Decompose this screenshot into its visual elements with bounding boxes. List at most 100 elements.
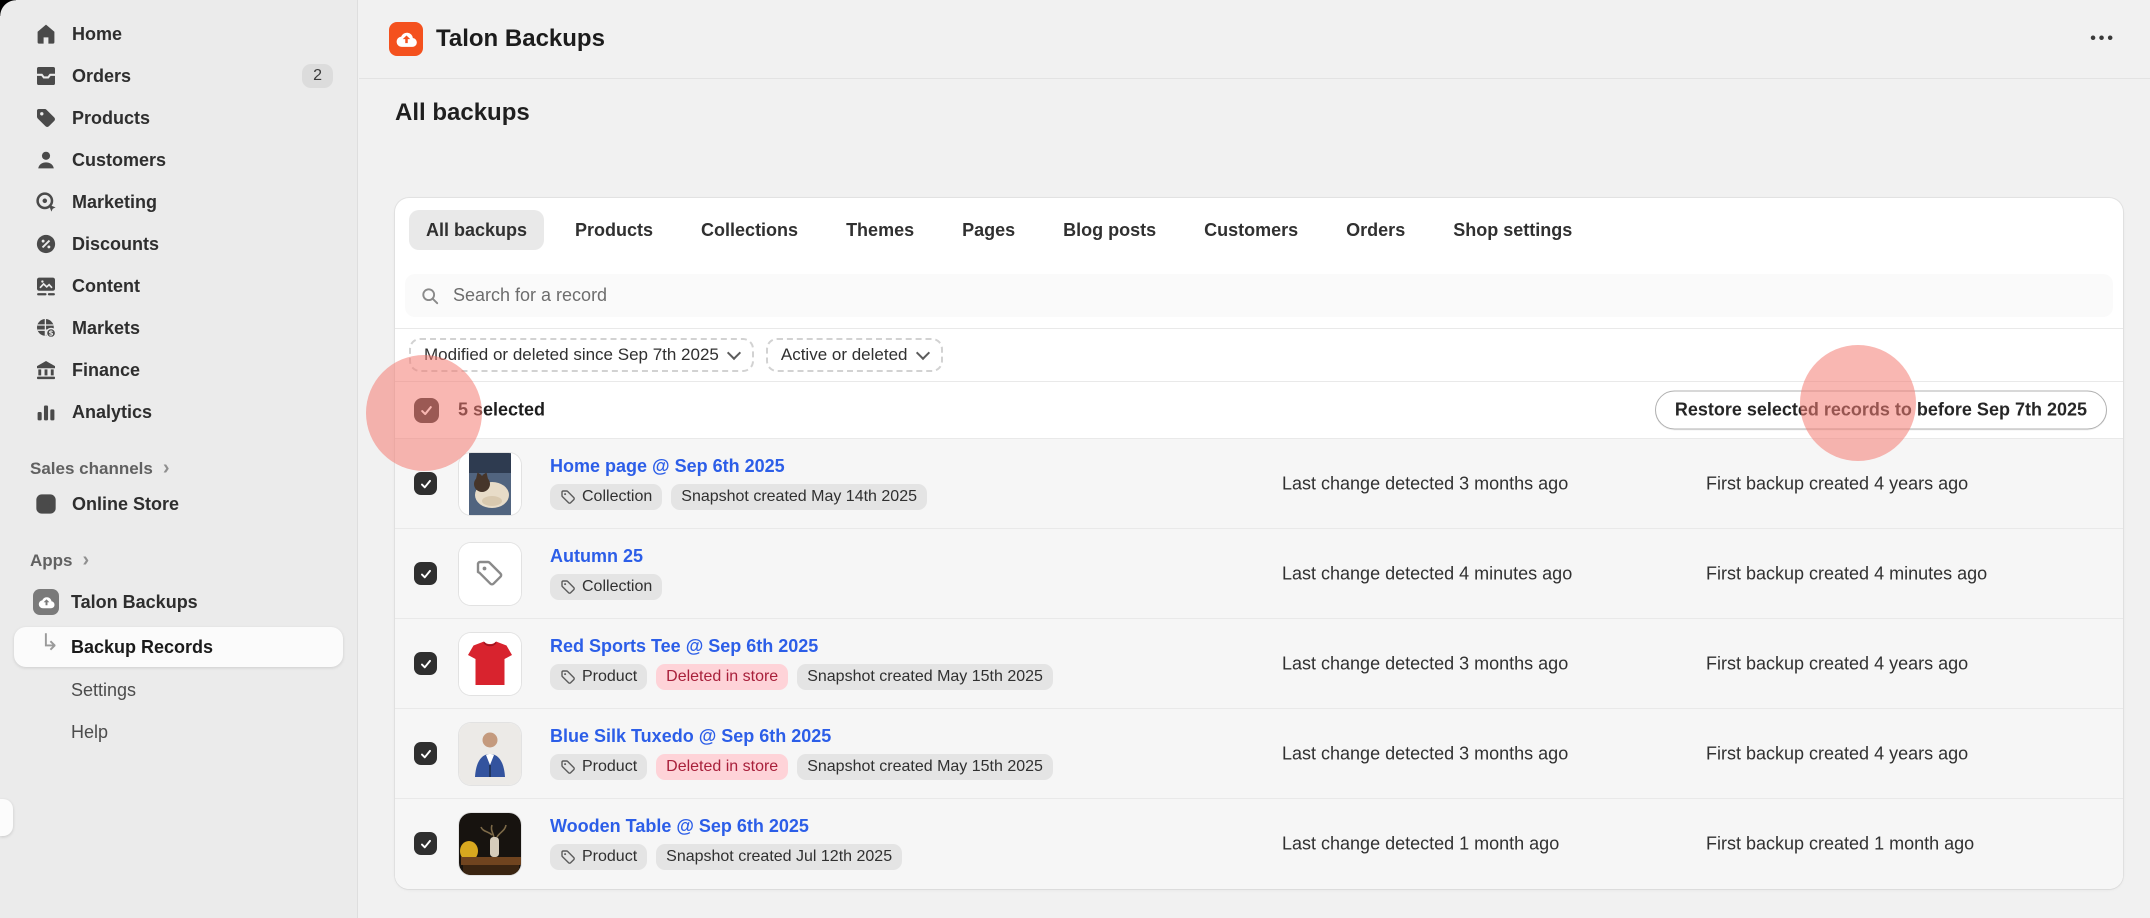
sidebar-item-label: Help	[71, 722, 108, 743]
sidebar-item-discounts[interactable]: Discounts	[0, 223, 357, 265]
backup-record-row[interactable]: Wooden Table @ Sep 6th 2025 Product Snap…	[395, 799, 2123, 889]
row-checkbox[interactable]	[414, 832, 437, 855]
tag-icon	[560, 579, 576, 595]
sidebar-item-products[interactable]: Products	[0, 97, 357, 139]
tab-customers[interactable]: Customers	[1187, 210, 1315, 250]
filter-chip-modified-or-deleted-since-sep-7th-2025[interactable]: Modified or deleted since Sep 7th 2025	[409, 338, 754, 372]
sidebar-item-label: Marketing	[72, 192, 157, 213]
sidebar-item-label: Analytics	[72, 402, 152, 423]
sales-channels-header[interactable]: Sales channels ›	[0, 455, 357, 483]
app-title: Talon Backups	[436, 25, 605, 53]
home-icon	[34, 22, 58, 46]
search-box[interactable]	[405, 274, 2113, 317]
records-list: Home page @ Sep 6th 2025 Collection Snap…	[395, 439, 2123, 889]
row-checkbox[interactable]	[414, 562, 437, 585]
search-input[interactable]	[451, 284, 2098, 307]
sidebar-item-marketing[interactable]: Marketing	[0, 181, 357, 223]
sidebar-item-talon-backups[interactable]: Talon Backups	[0, 581, 357, 623]
record-title-link[interactable]: Blue Silk Tuxedo @ Sep 6th 2025	[550, 725, 831, 747]
backup-record-row[interactable]: Blue Silk Tuxedo @ Sep 6th 2025 Product …	[395, 709, 2123, 799]
sidebar-item-settings[interactable]: Settings	[0, 669, 357, 711]
sidebar-item-markets[interactable]: $ Markets	[0, 307, 357, 349]
red-tee-photo-thumbnail	[459, 633, 521, 695]
type-badge: Product	[550, 664, 647, 690]
tab-orders[interactable]: Orders	[1329, 210, 1422, 250]
markets-icon: $	[34, 316, 58, 340]
sidebar-item-label: Home	[72, 24, 122, 45]
first-backup-text: First backup created 4 minutes ago	[1706, 563, 1987, 584]
sidebar-item-help[interactable]: Help	[0, 711, 357, 753]
orders-count-badge: 2	[302, 64, 333, 88]
sidebar-item-orders[interactable]: Orders 2	[0, 55, 357, 97]
last-change-text: Last change detected 3 months ago	[1282, 653, 1568, 674]
type-badge: Collection	[550, 484, 662, 510]
tab-shop-settings[interactable]: Shop settings	[1436, 210, 1589, 250]
tab-products[interactable]: Products	[558, 210, 670, 250]
sidebar-item-online-store[interactable]: Online Store	[0, 483, 357, 525]
deleted-in-store-badge: Deleted in store	[656, 754, 788, 780]
selected-count: 5 selected	[458, 400, 545, 421]
first-backup-text: First backup created 4 years ago	[1706, 743, 1968, 764]
selection-header-row: 5 selected Restore selected records to b…	[395, 382, 2123, 439]
sidebar-item-home[interactable]: Home	[0, 13, 357, 55]
sidebar-item-label: Orders	[72, 66, 131, 87]
sidebar-item-label: Discounts	[72, 234, 159, 255]
backup-record-row[interactable]: Autumn 25 Collection Last change detecte…	[395, 529, 2123, 619]
svg-text:$: $	[49, 329, 54, 338]
tab-collections[interactable]: Collections	[684, 210, 815, 250]
chevron-right-icon: ›	[163, 458, 170, 478]
last-change-text: Last change detected 4 minutes ago	[1282, 563, 1572, 584]
sidebar-item-backup-records[interactable]: ↳ Backup Records	[14, 627, 343, 667]
customers-icon	[34, 148, 58, 172]
snapshot-badge: Snapshot created May 14th 2025	[671, 484, 927, 510]
products-icon	[34, 106, 58, 130]
first-backup-text: First backup created 4 years ago	[1706, 473, 1968, 494]
sidebar-item-label: Settings	[71, 680, 136, 701]
sidebar-item-label: Markets	[72, 318, 140, 339]
sidebar-item-analytics[interactable]: Analytics	[0, 391, 357, 433]
record-title-link[interactable]: Home page @ Sep 6th 2025	[550, 455, 785, 477]
record-title-link[interactable]: Wooden Table @ Sep 6th 2025	[550, 815, 809, 837]
tab-themes[interactable]: Themes	[829, 210, 931, 250]
chevron-right-icon: ›	[83, 550, 90, 570]
record-title-link[interactable]: Autumn 25	[550, 545, 643, 567]
search-icon	[420, 286, 440, 306]
more-menu-button[interactable]: •••	[2084, 24, 2122, 54]
row-checkbox[interactable]	[414, 652, 437, 675]
snapshot-badge: Snapshot created May 15th 2025	[797, 754, 1053, 780]
blue-tuxedo-photo-thumbnail	[459, 723, 521, 785]
type-badge: Product	[550, 844, 647, 870]
backup-record-row[interactable]: Red Sports Tee @ Sep 6th 2025 Product De…	[395, 619, 2123, 709]
tab-pages[interactable]: Pages	[945, 210, 1032, 250]
backup-record-row[interactable]: Home page @ Sep 6th 2025 Collection Snap…	[395, 439, 2123, 529]
sidebar-item-customers[interactable]: Customers	[0, 139, 357, 181]
tag-icon	[560, 669, 576, 685]
tab-all-backups[interactable]: All backups	[409, 210, 544, 250]
sidebar-item-label: Products	[72, 108, 150, 129]
sidebar-item-finance[interactable]: Finance	[0, 349, 357, 391]
sidebar-item-label: Talon Backups	[71, 592, 198, 613]
orders-icon	[34, 64, 58, 88]
last-change-text: Last change detected 1 month ago	[1282, 834, 1559, 855]
sidebar: Home Orders 2 Products Customers Marketing Dis…	[0, 0, 358, 918]
filter-chip-active-or-deleted[interactable]: Active or deleted	[766, 338, 943, 372]
chevron-down-icon	[915, 346, 929, 360]
collection-placeholder-thumbnail	[459, 543, 521, 605]
first-backup-text: First backup created 1 month ago	[1706, 834, 1974, 855]
search-row	[395, 262, 2123, 329]
record-title-link[interactable]: Red Sports Tee @ Sep 6th 2025	[550, 635, 818, 657]
finance-icon	[34, 358, 58, 382]
apps-header[interactable]: Apps ›	[0, 547, 357, 575]
row-checkbox[interactable]	[414, 472, 437, 495]
restore-selected-button[interactable]: Restore selected records to before Sep 7…	[1655, 391, 2107, 430]
last-change-text: Last change detected 3 months ago	[1282, 743, 1568, 764]
snapshot-badge: Snapshot created Jul 12th 2025	[656, 844, 902, 870]
select-all-checkbox[interactable]	[414, 398, 439, 423]
sidebar-item-label: Content	[72, 276, 140, 297]
sidebar-item-content[interactable]: Content	[0, 265, 357, 307]
sales-channels-label: Sales channels	[30, 459, 153, 479]
apps-label: Apps	[30, 551, 73, 571]
tab-blog-posts[interactable]: Blog posts	[1046, 210, 1173, 250]
row-checkbox[interactable]	[414, 742, 437, 765]
type-badge: Product	[550, 754, 647, 780]
